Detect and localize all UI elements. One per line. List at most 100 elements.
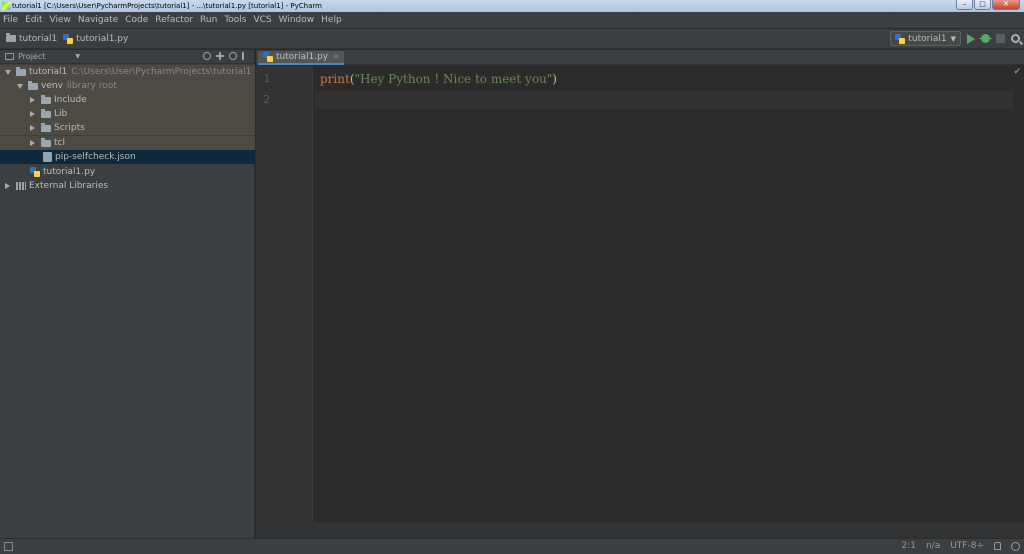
run-button[interactable] [967,33,975,44]
menu-navigate[interactable]: Navigate [78,15,118,25]
folder-icon [6,33,16,42]
breadcrumb-file[interactable]: tutorial1.py [63,33,129,44]
tree-item-label: Include [54,95,87,105]
window-titlebar: tutorial1 [C:\Users\User\PycharmProjects… [0,0,1024,12]
folder-icon [41,94,51,104]
hide-panel-icon[interactable] [242,52,250,60]
pycharm-logo-icon [2,2,10,10]
chevron-right-icon[interactable] [30,111,35,117]
tool-windows-icon[interactable] [4,542,13,551]
menu-vcs[interactable]: VCS [253,15,271,25]
close-button[interactable]: ✕ [992,0,1020,10]
status-widgets: 2:1 n/a UTF-8÷ [901,541,1020,551]
maximize-button[interactable]: □ [974,0,991,10]
menu-view[interactable]: View [50,15,71,25]
tree-item-label: pip-selfcheck.json [55,152,136,162]
menu-file[interactable]: File [3,15,18,25]
tree-item-label: venv [41,81,63,91]
menu-run[interactable]: Run [200,15,217,25]
python-file-icon [263,52,273,62]
debug-button[interactable] [979,34,992,43]
project-view-select[interactable]: Project [18,52,45,61]
folder-icon [41,108,51,118]
window-controls: – □ ✕ [956,0,1020,10]
menu-bar: File Edit View Navigate Code Refactor Ru… [0,12,1024,28]
breadcrumb-file-label: tutorial1.py [76,33,129,44]
python-file-icon [63,33,74,44]
run-configuration-label: tutorial1 [908,33,947,44]
code-token-string: "Hey Python ! Nice to meet you" [354,72,553,86]
tree-item-label: Lib [54,109,68,119]
line-number: 2 [263,93,270,106]
chevron-down-icon: ▼ [950,34,956,43]
project-panel-tools [203,52,250,60]
python-file-icon [30,167,40,177]
folder-icon [28,80,38,90]
expand-all-icon[interactable] [216,52,224,60]
tree-item-tutorial-py[interactable]: tutorial1.py [0,165,255,179]
chevron-down-icon[interactable] [17,83,23,89]
tree-item-label: Scripts [54,123,85,133]
stop-button[interactable] [996,34,1005,43]
menu-window[interactable]: Window [279,15,315,25]
tree-item-path: C:\Users\User\PycharmProjects\tutorial1 [71,67,252,77]
caret-position[interactable]: 2:1 [901,541,915,551]
project-panel: Project ▼ tutorial1 C:\Users\User\Pychar… [0,50,255,538]
tree-item-external-libraries[interactable]: External Libraries [0,179,255,193]
python-file-icon [895,33,906,44]
menu-tools[interactable]: Tools [224,15,246,25]
breadcrumb-project-label: tutorial1 [19,33,58,44]
gear-icon[interactable] [229,52,237,60]
code-line-1: print("Hey Python ! Nice to meet you") [320,72,557,86]
line-separator[interactable]: n/a [926,541,940,551]
run-toolbar: tutorial1 ▼ [890,31,1020,46]
project-panel-header: Project ▼ [0,50,254,64]
tree-item-note: library root [66,81,117,91]
menu-help[interactable]: Help [321,15,342,25]
chevron-down-icon[interactable] [5,69,11,75]
chevron-right-icon[interactable] [30,97,35,103]
chevron-right-icon[interactable] [5,183,10,189]
close-tab-icon[interactable]: ✕ [333,53,339,61]
folder-icon [41,137,51,147]
library-icon [16,182,26,190]
tab-tutorial1-py[interactable]: tutorial1.py ✕ [258,51,344,65]
tree-item-scripts[interactable]: Scripts [0,121,255,135]
editor-gutter: 1 2 [256,66,313,522]
minimize-button[interactable]: – [956,0,973,10]
window-title: tutorial1 [C:\Users\User\PycharmProjects… [12,2,322,10]
file-encoding[interactable]: UTF-8÷ [950,541,984,551]
scroll-from-source-icon[interactable] [203,52,211,60]
line-number: 1 [263,72,270,85]
inspector-icon[interactable] [1011,541,1020,551]
editor-tab-bar: tutorial1.py ✕ [256,50,1024,65]
navigation-bar: tutorial1 tutorial1.py tutorial1 ▼ [0,29,1024,49]
inspection-ok-icon[interactable]: ✔ [1013,67,1021,77]
chevron-right-icon[interactable] [30,140,35,146]
tree-item-label: External Libraries [29,181,109,191]
tree-item-label: tutorial1 [29,67,68,77]
tab-label: tutorial1.py [276,52,329,62]
tree-item-pip-selfcheck[interactable]: pip-selfcheck.json [0,150,255,164]
chevron-right-icon[interactable] [30,125,35,131]
folder-icon [16,66,26,76]
chevron-down-icon[interactable]: ▼ [75,53,80,60]
run-configuration-select[interactable]: tutorial1 ▼ [890,31,961,46]
menu-edit[interactable]: Edit [25,15,42,25]
lock-icon[interactable] [994,542,1001,550]
menu-code[interactable]: Code [125,15,148,25]
horizontal-scrollbar[interactable] [256,522,1024,538]
tree-item-tcl[interactable]: tcl [0,136,255,150]
tree-item-root[interactable]: tutorial1 C:\Users\User\PycharmProjects\… [0,65,255,79]
tree-item-lib[interactable]: Lib [0,107,255,121]
tree-item-include[interactable]: Include [0,93,255,107]
current-line-highlight [314,91,1014,109]
code-token-function: print [320,72,350,86]
code-editor[interactable]: print("Hey Python ! Nice to meet you") ✔ [314,66,1024,522]
code-token-paren: ) [552,72,557,86]
tree-item-venv[interactable]: venv library root [0,79,255,93]
menu-refactor[interactable]: Refactor [155,15,193,25]
search-everywhere-button[interactable] [1011,34,1020,43]
breadcrumb-project[interactable]: tutorial1 [6,33,58,44]
project-view-icon [5,53,14,60]
